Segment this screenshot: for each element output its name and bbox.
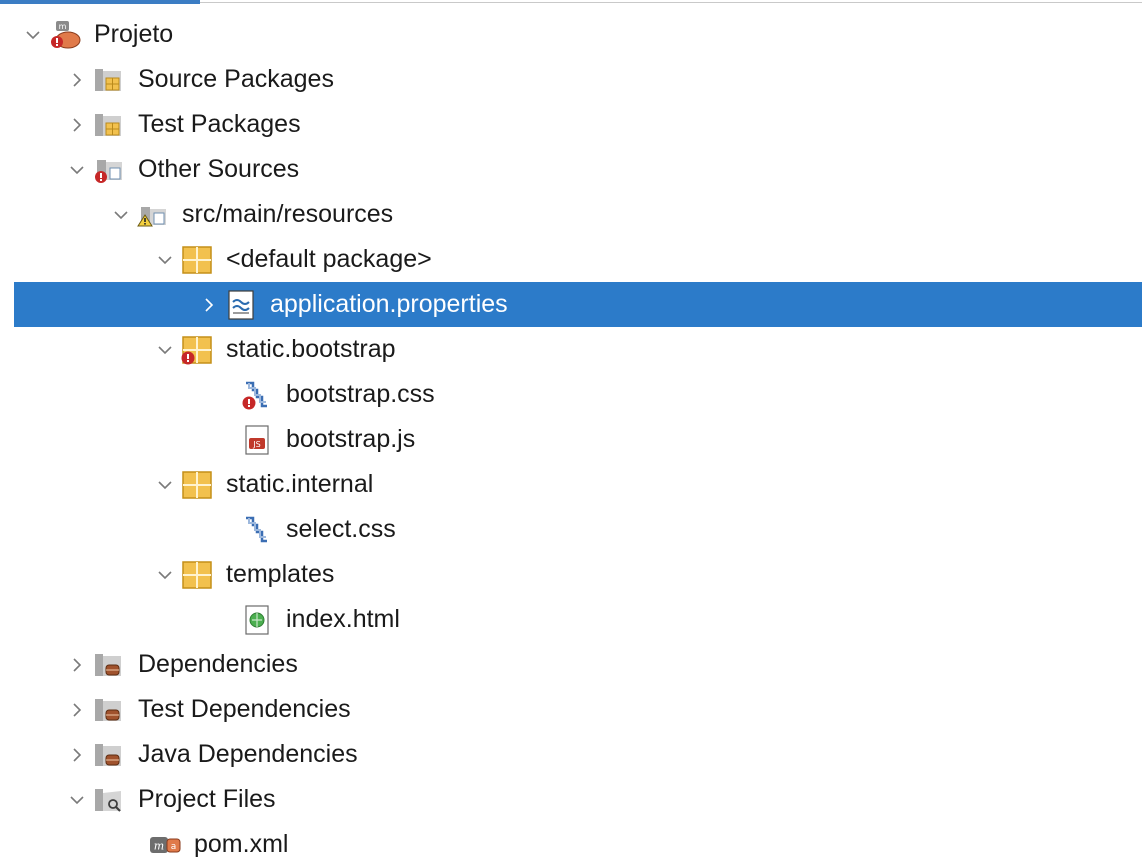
tree-label: src/main/resources <box>182 200 394 228</box>
tree-node-source-packages[interactable]: Source Packages <box>0 57 1142 102</box>
chevron-down-icon[interactable] <box>106 200 136 230</box>
tree-node-static-bootstrap[interactable]: static.bootstrap <box>0 327 1142 372</box>
tree-label: templates <box>226 560 335 588</box>
chevron-down-icon[interactable] <box>18 20 48 50</box>
maven-project-icon: m <box>48 18 88 52</box>
css-file-icon <box>240 513 280 547</box>
svg-text:a: a <box>171 842 177 852</box>
tree-label: Test Dependencies <box>138 695 351 723</box>
svg-text:m: m <box>59 22 67 31</box>
test-packages-icon <box>92 108 132 142</box>
tree-node-pom-xml[interactable]: m a pom.xml <box>0 822 1142 867</box>
tree-label: index.html <box>286 605 400 633</box>
dependencies-icon <box>92 648 132 682</box>
package-icon <box>180 468 220 502</box>
chevron-down-icon[interactable] <box>62 155 92 185</box>
tree-node-src-main-resources[interactable]: src/main/resources <box>0 192 1142 237</box>
tree-node-static-internal[interactable]: static.internal <box>0 462 1142 507</box>
chevron-down-icon[interactable] <box>150 560 180 590</box>
tree-node-java-dependencies[interactable]: Java Dependencies <box>0 732 1142 777</box>
dependencies-icon <box>92 693 132 727</box>
properties-file-icon <box>224 288 264 322</box>
package-icon <box>180 558 220 592</box>
tree-label: Project Files <box>138 785 276 813</box>
project-files-icon <box>92 783 132 817</box>
source-packages-icon <box>92 63 132 97</box>
tree-label: static.bootstrap <box>226 335 396 363</box>
chevron-right-icon[interactable] <box>62 695 92 725</box>
tree-label: Test Packages <box>138 110 301 138</box>
divider <box>200 2 1142 3</box>
chevron-down-icon[interactable] <box>150 245 180 275</box>
package-icon <box>180 243 220 277</box>
tree-label: application.properties <box>270 290 508 318</box>
chevron-down-icon[interactable] <box>62 785 92 815</box>
tree-label: bootstrap.js <box>286 425 416 453</box>
tree-node-projeto[interactable]: m Projeto <box>0 12 1142 57</box>
chevron-right-icon[interactable] <box>62 110 92 140</box>
html-file-icon <box>240 603 280 637</box>
tree-node-dependencies[interactable]: Dependencies <box>0 642 1142 687</box>
css-file-error-icon <box>240 378 280 412</box>
tree-node-application-properties[interactable]: application.properties <box>14 282 1142 327</box>
tree-node-templates[interactable]: templates <box>0 552 1142 597</box>
chevron-right-icon[interactable] <box>62 740 92 770</box>
chevron-right-icon[interactable] <box>194 290 224 320</box>
tree-node-default-package[interactable]: <default package> <box>0 237 1142 282</box>
svg-text:m: m <box>154 839 164 852</box>
tree-node-test-dependencies[interactable]: Test Dependencies <box>0 687 1142 732</box>
tree-label: Projeto <box>94 20 174 48</box>
tree-label: Other Sources <box>138 155 300 183</box>
maven-pom-icon: m a <box>148 828 188 862</box>
svg-text:JS: JS <box>252 440 260 449</box>
active-tab-indicator <box>0 0 200 4</box>
tree-label: Dependencies <box>138 650 298 678</box>
dependencies-icon <box>92 738 132 772</box>
tree-node-select-css[interactable]: select.css <box>0 507 1142 552</box>
tab-underline <box>0 0 1142 6</box>
tree-node-test-packages[interactable]: Test Packages <box>0 102 1142 147</box>
js-file-icon: JS <box>240 423 280 457</box>
tree-node-other-sources[interactable]: Other Sources <box>0 147 1142 192</box>
resources-warning-icon <box>136 198 176 232</box>
tree-node-project-files[interactable]: Project Files <box>0 777 1142 822</box>
chevron-down-icon[interactable] <box>150 470 180 500</box>
tree-node-bootstrap-css[interactable]: bootstrap.css <box>0 372 1142 417</box>
chevron-right-icon[interactable] <box>62 65 92 95</box>
tree-label: select.css <box>286 515 396 543</box>
tree-label: Source Packages <box>138 65 334 93</box>
chevron-right-icon[interactable] <box>62 650 92 680</box>
tree-label: pom.xml <box>194 830 289 858</box>
tree-label: Java Dependencies <box>138 740 358 768</box>
tree-label: static.internal <box>226 470 374 498</box>
chevron-down-icon[interactable] <box>150 335 180 365</box>
package-error-icon <box>180 333 220 367</box>
other-sources-error-icon <box>92 153 132 187</box>
tree-node-index-html[interactable]: index.html <box>0 597 1142 642</box>
tree-node-bootstrap-js[interactable]: JS bootstrap.js <box>0 417 1142 462</box>
tree-label: bootstrap.css <box>286 380 435 408</box>
tree-label: <default package> <box>226 245 432 273</box>
project-tree[interactable]: m Projeto Source Packages Test Packages … <box>0 12 1142 867</box>
